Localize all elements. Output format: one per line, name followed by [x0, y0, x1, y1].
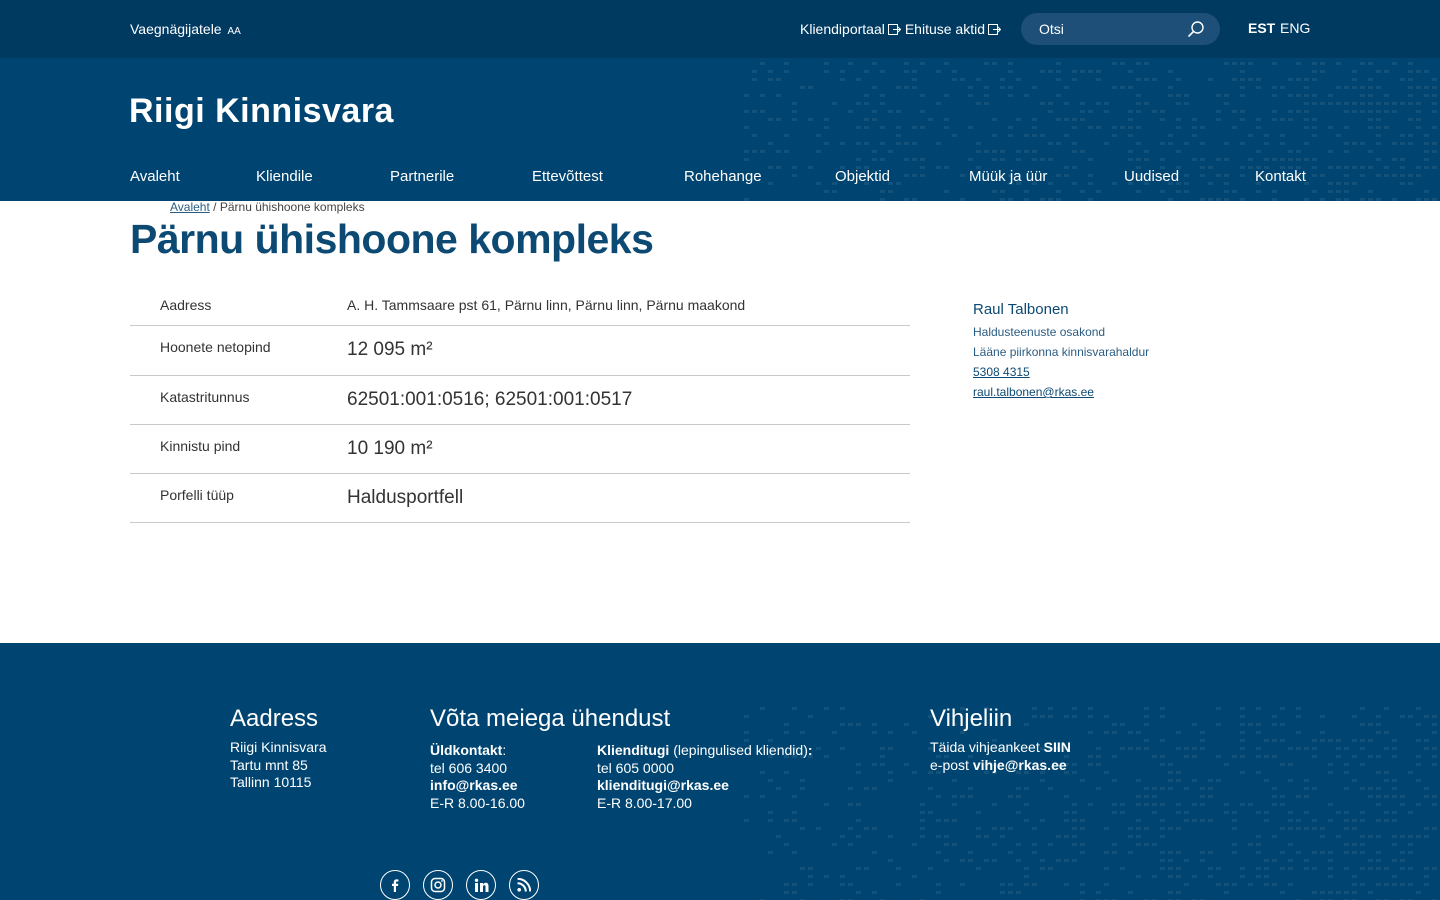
footer-tipline-heading: Vihjeliin [930, 705, 1013, 732]
footer-address-heading: Aadress [230, 705, 319, 732]
info-row-address: Aadress A. H. Tammsaare pst 61, Pärnu li… [130, 285, 910, 326]
accessibility-label: Vaegnägijatele [130, 21, 222, 37]
footer-address: Aadress Riigi Kinnisvara Tartu mnt 85 Ta… [230, 705, 326, 792]
search-box [1021, 13, 1220, 45]
nav-item-uudised[interactable]: Uudised [1124, 168, 1179, 185]
info-label: Katastritunnus [160, 389, 250, 405]
nav-item-rohehange[interactable]: Rohehange [684, 168, 762, 185]
top-utility-bar: Vaegnägijatele AA Kliendiportaal Ehituse… [0, 0, 1440, 58]
rss-icon[interactable] [509, 870, 539, 900]
general-contact-hours: E-R 8.00-16.00 [430, 794, 525, 811]
footer-tipline: Vihjeliin Täida vihjeankeet SIIN e-post … [930, 705, 1071, 773]
contact-department: Haldusteenuste osakond [973, 325, 1106, 339]
construction-acts-link[interactable]: Ehituse aktid [905, 21, 1002, 37]
social-links [380, 870, 539, 900]
external-link-icon [887, 23, 901, 35]
info-value: Haldusportfell [347, 487, 464, 508]
info-row-portfolio-type: Porfelli tüüp Haldusportfell [130, 474, 910, 523]
nav-item-ettevottest[interactable]: Ettevõttest [532, 168, 603, 185]
breadcrumb-home-link[interactable]: Avaleht [170, 200, 210, 214]
nav-item-avaleht[interactable]: Avaleht [130, 168, 180, 185]
info-value: 62501:001:0516; 62501:001:0517 [347, 389, 633, 410]
text-size-icon: AA [227, 26, 241, 37]
nav-item-objektid[interactable]: Objektid [835, 168, 890, 185]
general-contact-phone[interactable]: tel 606 3400 [430, 760, 525, 778]
footer-address-line: Tallinn 10115 [230, 774, 312, 790]
accessibility-link[interactable]: Vaegnägijatele AA [130, 21, 241, 37]
info-value: 10 190 m² [347, 438, 433, 459]
contact-person-card: Raul Talbonen Haldusteenuste osakond Lää… [973, 301, 1233, 402]
info-row-net-area: Hoonete netopind 12 095 m² [130, 326, 910, 376]
tip-email-link[interactable]: vihje@rkas.ee [973, 757, 1067, 773]
general-contact-email[interactable]: info@rkas.ee [430, 777, 518, 793]
portal-links: Kliendiportaal Ehituse aktid [800, 21, 1002, 37]
property-info-table: Aadress A. H. Tammsaare pst 61, Pärnu li… [130, 285, 910, 523]
info-label: Porfelli tüüp [160, 487, 234, 503]
contact-role: Lääne piirkonna kinnisvarahaldur [973, 345, 1150, 359]
support-email[interactable]: klienditugi@rkas.ee [597, 777, 729, 793]
info-row-cadastral: Katastritunnus 62501:001:0516; 62501:001… [130, 376, 910, 425]
footer-contact-heading: Võta meiega ühendust [430, 705, 671, 732]
tip-form-link[interactable]: SIIN [1044, 739, 1071, 755]
language-est[interactable]: EST [1248, 20, 1275, 36]
support-hours: E-R 8.00-17.00 [597, 794, 692, 811]
language-eng[interactable]: ENG [1280, 20, 1310, 36]
info-value: A. H. Tammsaare pst 61, Pärnu linn, Pärn… [347, 297, 746, 313]
footer-address-line: Riigi Kinnisvara [230, 739, 327, 755]
footer-contact-heading-block: Võta meiega ühendust [430, 705, 670, 739]
support-title: Klienditugi [597, 742, 670, 758]
search-input[interactable] [1039, 19, 1179, 39]
info-label: Kinnistu pind [160, 438, 241, 454]
contact-email-link[interactable]: raul.talbonen@rkas.ee [973, 382, 1233, 402]
info-value: 12 095 m² [347, 339, 433, 360]
info-label: Aadress [160, 297, 212, 313]
page-title: Pärnu ühishoone kompleks [130, 216, 654, 262]
site-logo[interactable]: Riigi Kinnisvara [129, 92, 394, 131]
breadcrumb-current: Pärnu ühishoone kompleks [219, 200, 365, 214]
nav-item-muuk-ja-uur[interactable]: Müük ja üür [969, 168, 1047, 185]
instagram-icon[interactable] [423, 870, 453, 900]
info-row-plot-area: Kinnistu pind 10 190 m² [130, 425, 910, 474]
linkedin-icon[interactable] [466, 870, 496, 900]
support-phone[interactable]: tel 605 0000 [597, 760, 813, 778]
breadcrumb-separator: / [213, 200, 217, 214]
nav-item-kontakt[interactable]: Kontakt [1255, 168, 1306, 185]
client-portal-link[interactable]: Kliendiportaal [800, 21, 901, 37]
footer-address-line: Tartu mnt 85 [230, 756, 308, 773]
site-header: Riigi Kinnisvara Avaleht Kliendile Partn… [0, 58, 1440, 201]
general-contact-title: Üldkontakt [430, 742, 503, 758]
decorative-dot-map [744, 707, 1437, 900]
nav-item-kliendile[interactable]: Kliendile [256, 168, 313, 185]
footer-client-support: Klienditugi (lepingulised kliendid): tel… [597, 742, 813, 811]
breadcrumb: Avaleht / Pärnu ühishoone kompleks [170, 200, 365, 214]
footer-general-contact: Üldkontakt: tel 606 3400 info@rkas.ee E-… [430, 742, 525, 811]
contact-phone-link[interactable]: 5308 4315 [973, 362, 1233, 382]
nav-item-partnerile[interactable]: Partnerile [390, 168, 454, 185]
support-note: (lepingulised kliendid) [673, 742, 808, 758]
contact-name: Raul Talbonen [973, 301, 1069, 318]
info-label: Hoonete netopind [160, 339, 271, 355]
site-footer: Aadress Riigi Kinnisvara Tartu mnt 85 Ta… [0, 643, 1440, 900]
main-navigation: Avaleht Kliendile Partnerile Ettevõttest… [0, 168, 1440, 190]
facebook-icon[interactable] [380, 870, 410, 900]
search-icon[interactable] [1187, 20, 1205, 38]
external-link-icon [988, 23, 1002, 35]
